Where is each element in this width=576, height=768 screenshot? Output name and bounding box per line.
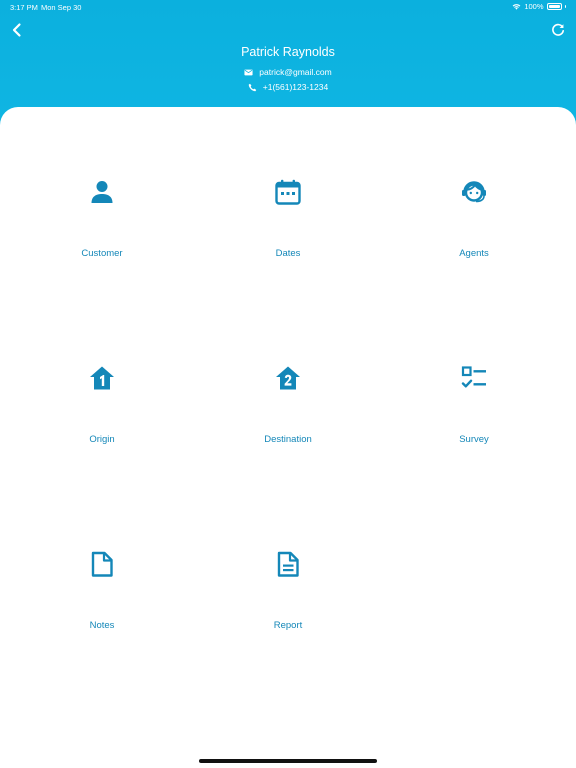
- menu-label-survey: Survey: [459, 434, 489, 445]
- profile-phone: +1(561)123-1234: [262, 82, 329, 92]
- battery-icon: [546, 3, 562, 10]
- menu-tile-notes[interactable]: Notes: [42, 494, 162, 631]
- status-date: Mon Sep 30: [41, 3, 82, 12]
- agent-headset-icon: [462, 181, 486, 203]
- contact-phone-row: +1(561)123-1234: [0, 82, 576, 92]
- report-icon: [277, 551, 299, 577]
- menu-tile-agents[interactable]: Agents: [414, 122, 534, 259]
- menu-label-report: Report: [273, 620, 303, 631]
- menu-label-customer: Customer: [81, 248, 123, 259]
- profile-email: patrick@gmail.com: [259, 67, 332, 77]
- menu-tile-report[interactable]: Report: [228, 494, 348, 631]
- menu-card: Customer Dates Agents Origin Destination…: [0, 107, 576, 768]
- menu-label-agents: Agents: [459, 248, 489, 259]
- checklist-icon: [461, 366, 486, 388]
- refresh-icon[interactable]: [550, 22, 566, 38]
- status-indicators: 100%: [512, 2, 566, 11]
- status-time: 3:17 PM: [10, 3, 38, 12]
- calendar-icon: [275, 179, 301, 205]
- menu-tile-origin[interactable]: Origin: [42, 308, 162, 445]
- home-one-icon: [90, 366, 114, 390]
- menu-tile-customer[interactable]: Customer: [42, 122, 162, 259]
- menu-label-origin: Origin: [89, 434, 115, 445]
- home-two-icon: [276, 366, 300, 390]
- menu-label-notes: Notes: [89, 620, 115, 631]
- person-icon: [91, 181, 113, 203]
- menu-label-destination: Destination: [264, 434, 312, 445]
- menu-tile-dates[interactable]: Dates: [228, 122, 348, 259]
- menu-tile-destination[interactable]: Destination: [228, 308, 348, 445]
- contact-email-row: patrick@gmail.com: [0, 67, 576, 77]
- back-chevron-icon[interactable]: [8, 21, 26, 39]
- menu-tile-survey[interactable]: Survey: [414, 308, 534, 445]
- wifi-icon: [512, 4, 521, 10]
- battery-tip: [564, 5, 566, 8]
- status-bar: 3:17 PM Mon Sep 30 100%: [0, 0, 576, 14]
- battery-percent: 100%: [524, 2, 544, 11]
- phone-icon: [248, 83, 257, 91]
- note-icon: [91, 551, 113, 577]
- profile-name: Patrick Raynolds: [241, 45, 335, 59]
- email-icon: [244, 69, 253, 75]
- home-indicator[interactable]: [199, 759, 377, 763]
- menu-label-dates: Dates: [275, 248, 301, 259]
